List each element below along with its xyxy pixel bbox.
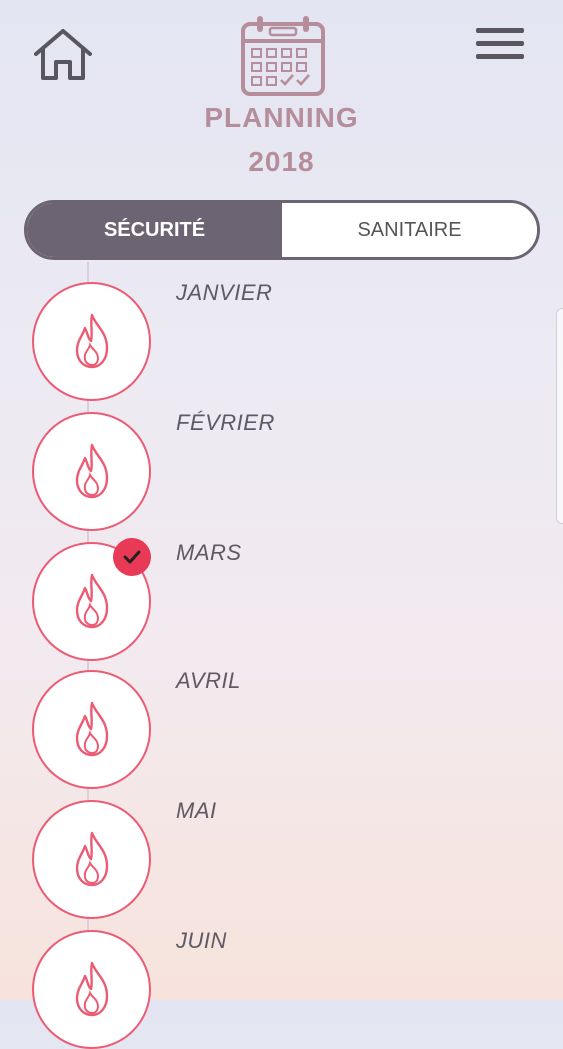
page-title: PLANNING [204, 102, 359, 133]
month-item-mars[interactable]: MARS [0, 522, 563, 661]
app-header: PLANNING 2018 [0, 0, 563, 200]
page-year: 2018 [248, 146, 315, 177]
home-icon[interactable] [30, 26, 96, 82]
month-item-janvier[interactable]: JANVIER [0, 262, 563, 401]
month-label: JANVIER [176, 280, 273, 305]
hamburger-menu-icon[interactable] [474, 24, 528, 66]
flame-icon [75, 701, 109, 757]
month-label: JUIN [176, 928, 227, 953]
month-item-avril[interactable]: AVRIL [0, 650, 563, 789]
month-circle[interactable] [32, 930, 151, 1049]
completed-check-badge [113, 538, 151, 576]
month-label: MAI [176, 798, 217, 823]
month-item-mai[interactable]: MAI [0, 780, 563, 919]
month-circle[interactable] [32, 800, 151, 919]
month-label: FÉVRIER [176, 410, 275, 435]
flame-icon [75, 831, 109, 887]
scrollbar-handle[interactable] [556, 308, 563, 524]
month-circle[interactable] [32, 282, 151, 401]
month-timeline[interactable]: JANVIER FÉVRIER MARS AVRIL MAI JUIN [0, 262, 563, 1049]
category-segmented-control: SÉCURITÉ SANITAIRE [24, 200, 540, 260]
month-circle[interactable] [32, 412, 151, 531]
tab-sanitaire[interactable]: SANITAIRE [282, 203, 537, 257]
month-item-fevrier[interactable]: FÉVRIER [0, 392, 563, 531]
month-label: AVRIL [176, 668, 241, 693]
tab-securite[interactable]: SÉCURITÉ [27, 203, 282, 257]
month-label: MARS [176, 540, 242, 565]
flame-icon [75, 313, 109, 369]
calendar-icon [241, 16, 325, 96]
month-item-juin[interactable]: JUIN [0, 910, 563, 1049]
flame-icon [75, 443, 109, 499]
flame-icon [75, 961, 109, 1017]
flame-icon [75, 573, 109, 629]
check-icon [123, 550, 141, 564]
month-circle[interactable] [32, 670, 151, 789]
